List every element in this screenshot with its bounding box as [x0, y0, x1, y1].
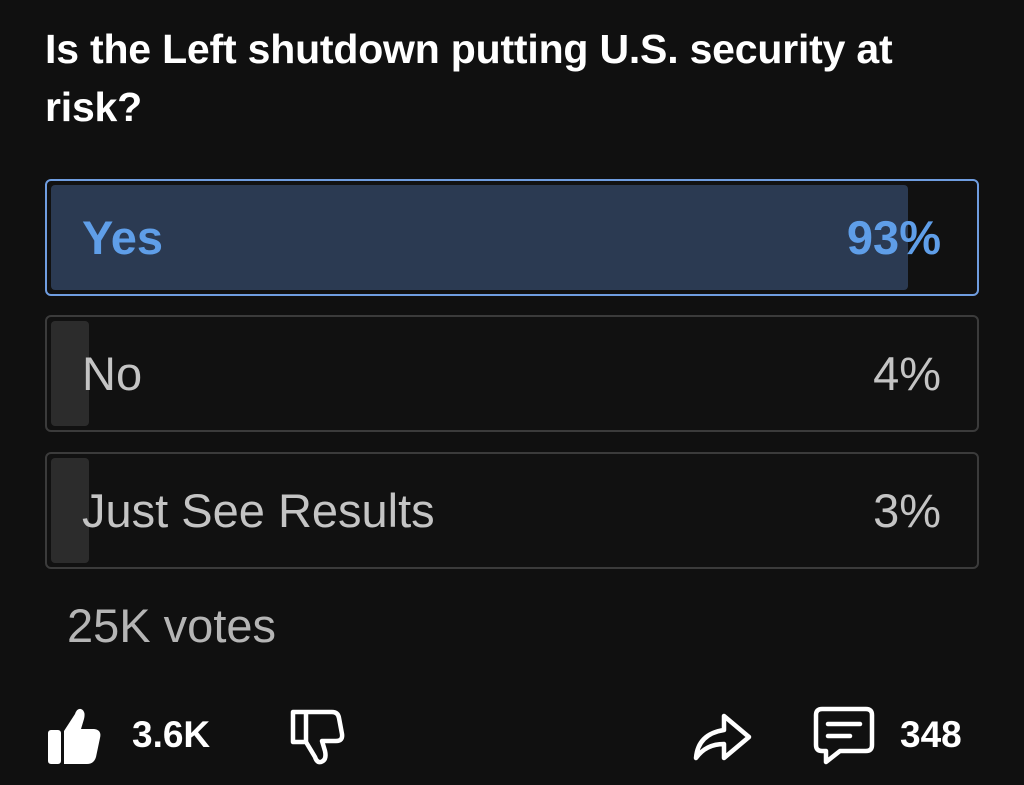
comment-count: 348: [900, 714, 962, 755]
poll-option-percent: 93%: [846, 211, 941, 264]
comment-button[interactable]: 348: [812, 700, 962, 770]
share-arrow-icon: [692, 706, 754, 764]
poll-option-label: No: [82, 347, 143, 400]
poll-option-label: Yes: [82, 211, 164, 264]
share-button[interactable]: [692, 700, 754, 770]
poll-option-percent: 3%: [873, 484, 941, 537]
thumbs-down-icon: [288, 704, 346, 766]
poll-option-just-see-results[interactable]: Just See Results 3%: [45, 452, 979, 569]
poll-option-yes[interactable]: Yes 93%: [45, 179, 979, 296]
like-count: 3.6K: [132, 714, 211, 755]
like-button[interactable]: 3.6K: [46, 700, 210, 770]
poll-option-label: Just See Results: [82, 484, 435, 537]
poll-option-fill: [51, 185, 909, 290]
poll-option-no[interactable]: No 4%: [45, 315, 979, 432]
poll-question: Is the Left shutdown putting U.S. securi…: [45, 26, 893, 130]
thumbs-up-icon: [46, 704, 102, 766]
comment-icon: [812, 704, 876, 766]
vote-count: 25K votes: [67, 599, 277, 652]
dislike-button[interactable]: [288, 700, 346, 770]
poll-option-percent: 4%: [873, 347, 941, 400]
